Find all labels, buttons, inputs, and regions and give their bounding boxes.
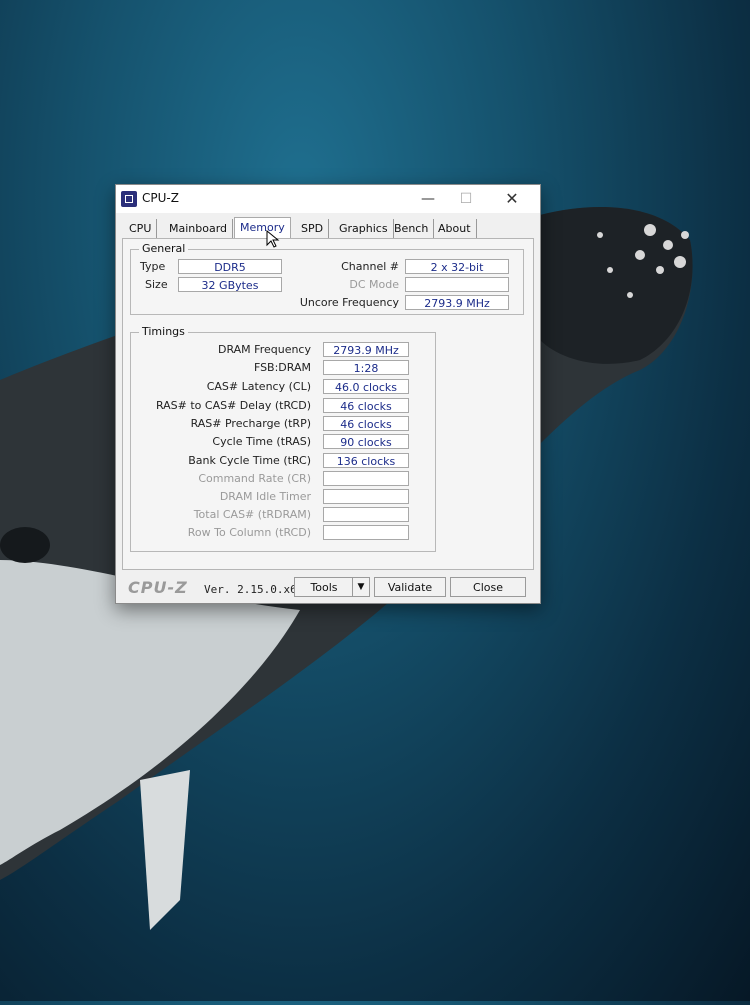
timing-label: Row To Column (tRCD): [187, 526, 311, 539]
timing-label: Cycle Time (tRAS): [212, 435, 311, 448]
general-group: General Type DDR5 Size 32 GBytes Channel…: [130, 242, 524, 315]
timing-label: Bank Cycle Time (tRC): [188, 454, 311, 467]
window-title: CPU-Z: [142, 191, 179, 205]
tab-bench[interactable]: Bench: [389, 219, 435, 239]
tab-mainboard[interactable]: Mainboard: [164, 219, 234, 239]
channel-label: Channel #: [341, 260, 399, 273]
timing-value: [323, 471, 409, 486]
type-value: DDR5: [178, 259, 282, 274]
validate-button[interactable]: Validate: [374, 577, 446, 597]
tab-about[interactable]: About: [433, 219, 477, 239]
timing-value: [323, 507, 409, 522]
timing-value: 46.0 clocks: [323, 379, 409, 394]
uncore-frequency-value: 2793.9 MHz: [405, 295, 509, 310]
size-value: 32 GBytes: [178, 277, 282, 292]
timing-label: FSB:DRAM: [253, 361, 311, 374]
tab-memory[interactable]: Memory: [234, 217, 291, 240]
title-bar[interactable]: CPU-Z — ☐ ✕: [116, 185, 540, 213]
close-icon[interactable]: ✕: [498, 187, 526, 211]
tab-spd[interactable]: SPD: [296, 219, 330, 239]
timings-group: Timings DRAM Frequency 2793.9 MHz FSB:DR…: [130, 325, 436, 552]
size-label: Size: [145, 278, 168, 291]
version-label: Ver. 2.15.0.x64: [204, 583, 304, 596]
channel-value: 2 x 32-bit: [405, 259, 509, 274]
timings-group-title: Timings: [139, 325, 188, 338]
timing-value: 46 clocks: [323, 416, 409, 431]
timing-label: RAS# Precharge (tRP): [190, 417, 311, 430]
dropdown-arrow-icon[interactable]: ▼: [352, 578, 369, 596]
cpuz-logo: CPU-Z: [128, 578, 188, 597]
mouse-pointer-icon: [266, 230, 280, 248]
cpuz-app-icon: [121, 191, 137, 207]
timing-value: [323, 489, 409, 504]
tab-cpu[interactable]: CPU: [124, 219, 158, 239]
timing-label: DRAM Frequency: [217, 343, 311, 356]
tools-button[interactable]: Tools ▼: [294, 577, 370, 597]
dc-mode-value: [405, 277, 509, 292]
tools-button-label: Tools: [310, 581, 338, 594]
memory-panel: General Type DDR5 Size 32 GBytes Channel…: [122, 238, 534, 570]
timing-value: 1:28: [323, 360, 409, 375]
bottom-bar: CPU-Z Ver. 2.15.0.x64 Tools ▼ Validate C…: [116, 574, 540, 602]
maximize-icon[interactable]: ☐: [452, 187, 480, 211]
general-group-title: General: [139, 242, 189, 255]
timing-label: CAS# Latency (CL): [206, 380, 311, 393]
cpuz-window: CPU-Z — ☐ ✕ CPU Mainboard Memory SPD Gra…: [115, 184, 541, 604]
tab-graphics[interactable]: Graphics: [334, 219, 394, 239]
timing-label: DRAM Idle Timer: [219, 490, 311, 503]
minimize-icon[interactable]: —: [414, 187, 442, 211]
type-label: Type: [140, 260, 166, 273]
timing-label: Command Rate (CR): [198, 472, 311, 485]
timing-label: RAS# to CAS# Delay (tRCD): [155, 399, 311, 412]
dc-mode-label: DC Mode: [349, 278, 399, 291]
timing-label: Total CAS# (tRDRAM): [193, 508, 311, 521]
timing-value: 2793.9 MHz: [323, 342, 409, 357]
close-button[interactable]: Close: [450, 577, 526, 597]
uncore-frequency-label: Uncore Frequency: [299, 296, 399, 309]
timing-value: 46 clocks: [323, 398, 409, 413]
timing-value: 136 clocks: [323, 453, 409, 468]
timing-value: 90 clocks: [323, 434, 409, 449]
timing-value: [323, 525, 409, 540]
